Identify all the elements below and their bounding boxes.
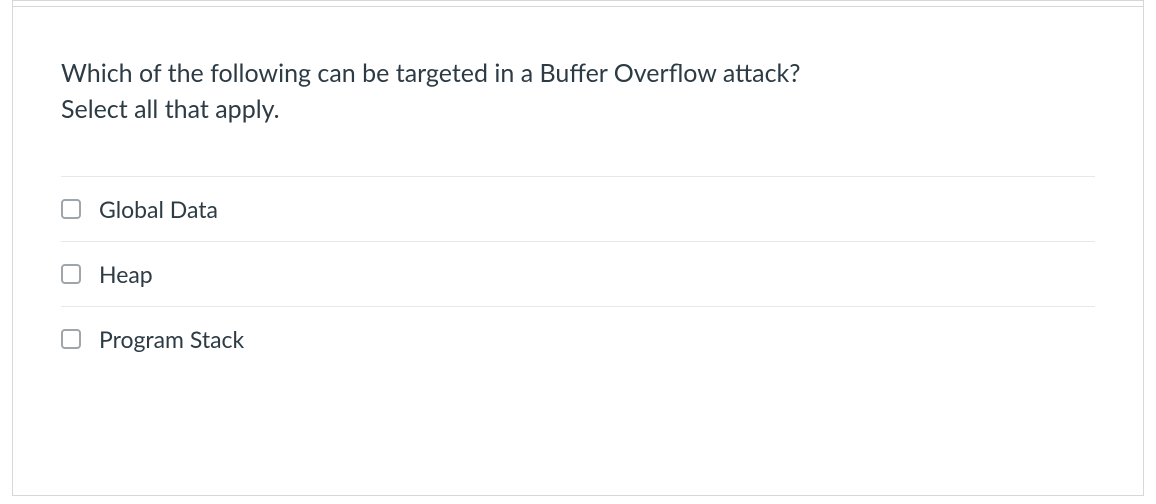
checkbox[interactable]: [61, 199, 81, 219]
checkbox[interactable]: [61, 329, 81, 349]
question-line-2: Select all that apply.: [61, 91, 1095, 127]
option-label: Program Stack: [99, 325, 244, 353]
option-row[interactable]: Global Data: [61, 176, 1095, 241]
question-text: Which of the following can be targeted i…: [13, 7, 1143, 152]
option-label: Global Data: [99, 195, 218, 223]
question-line-1: Which of the following can be targeted i…: [61, 55, 1095, 91]
option-row[interactable]: Heap: [61, 241, 1095, 306]
options-container: Global Data Heap Program Stack: [13, 176, 1143, 403]
option-label: Heap: [99, 260, 153, 288]
question-container: Which of the following can be targeted i…: [12, 0, 1144, 496]
option-row[interactable]: Program Stack: [61, 306, 1095, 371]
checkbox[interactable]: [61, 264, 81, 284]
